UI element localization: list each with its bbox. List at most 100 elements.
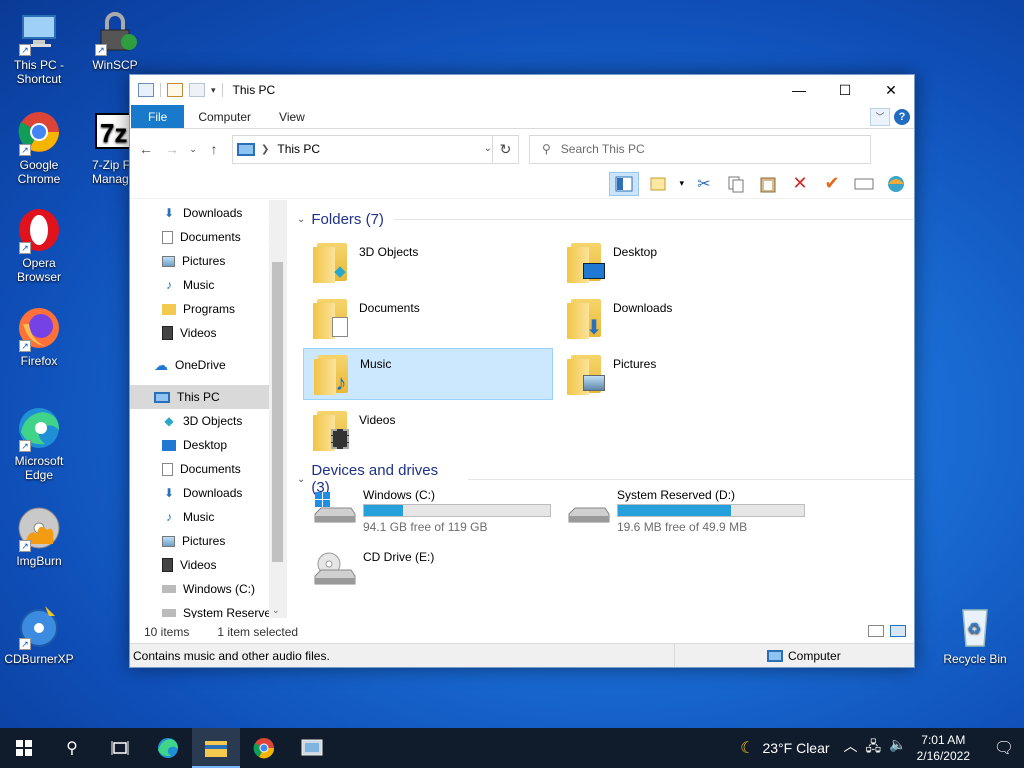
drive-system-reserved-d[interactable]: System Reserved (D:) 19.6 MB free of 49.… (565, 488, 805, 538)
folder-videos[interactable]: Videos (303, 405, 553, 457)
network-icon[interactable]: 🖧 (866, 736, 882, 760)
sidebar-item-downloads[interactable]: ⬇ Downloads 📌 (130, 201, 286, 225)
desktop-icon-7zip[interactable]: 7z 7-Zip F Manag (78, 108, 130, 186)
desktop-icon-edge[interactable]: ↗ Microsoft Edge (2, 404, 76, 482)
chevron-up-icon[interactable]: ︿ (844, 736, 858, 760)
address-bar[interactable]: ❯ This PC ⌄ ↻ (232, 134, 519, 164)
sidebar-item-windows-c[interactable]: Windows (C:) (130, 577, 286, 601)
sidebar-item-music[interactable]: ♪ Music (130, 273, 286, 297)
details-view-icon[interactable] (868, 625, 884, 637)
checkmark-icon[interactable]: ✔ (820, 172, 844, 196)
customize-qat-icon[interactable]: ▾ (211, 85, 216, 96)
refresh-button[interactable]: ↻ (492, 135, 518, 163)
large-icons-view-icon[interactable] (890, 625, 906, 637)
sidebar-item-videos[interactable]: Videos (130, 321, 286, 345)
sidebar-item-system-reserved[interactable]: System Reservec (130, 601, 286, 618)
lock-icon: ↗ (91, 8, 139, 56)
up-button[interactable]: ↑ (202, 137, 226, 161)
tab-computer[interactable]: Computer (184, 105, 265, 128)
computer-icon[interactable] (138, 83, 154, 97)
shell-icon[interactable] (884, 172, 908, 196)
taskbar-chrome[interactable] (240, 728, 288, 768)
recent-locations-button[interactable]: ⌄ (186, 137, 200, 161)
expand-ribbon-button[interactable]: ﹀ (870, 108, 890, 126)
tab-file[interactable]: File (131, 105, 185, 128)
paste-icon[interactable] (756, 172, 780, 196)
sidebar-item-pictures[interactable]: Pictures 📌 (130, 249, 286, 273)
folder-desktop[interactable]: Desktop (557, 237, 807, 289)
desktop-icon-cdburnerxp[interactable]: ↗ CDBurnerXP (2, 602, 76, 666)
sidebar-item-this-pc[interactable]: This PC (130, 385, 286, 409)
tab-view[interactable]: View (265, 105, 319, 128)
copy-icon[interactable] (724, 172, 748, 196)
taskbar-file-explorer[interactable] (192, 728, 240, 768)
sidebar-item-documents-pc[interactable]: Documents (130, 457, 286, 481)
status-location: Computer (788, 648, 841, 663)
folder-3d-objects[interactable]: ◆ 3D Objects (303, 237, 553, 289)
sidebar-item-onedrive[interactable]: ☁ OneDrive (130, 353, 286, 377)
close-button[interactable]: ✕ (868, 75, 914, 105)
new-item-icon[interactable] (647, 172, 671, 196)
desktop-icon-imgburn[interactable]: ↗ ImgBurn (2, 504, 76, 568)
desktop-icon-winscp[interactable]: ↗ WinSCP (78, 8, 152, 72)
folders-group-header[interactable]: ⌄ Folders (7) (297, 211, 914, 228)
chevron-down-icon[interactable]: ⌄ (484, 143, 492, 154)
music-note-icon: ♪ (166, 278, 172, 292)
folder-music[interactable]: ♪ Music (303, 348, 553, 400)
folder-documents[interactable]: Documents (303, 293, 553, 345)
desktop-icon-chrome[interactable]: ↗ Google Chrome (2, 108, 76, 186)
status-description: Contains music and other audio files. (133, 648, 330, 663)
moon-icon: ☾ (740, 740, 755, 757)
taskbar-edge[interactable] (144, 728, 192, 768)
minimize-button[interactable]: — (776, 75, 822, 105)
chevron-right-icon[interactable]: ❯ (261, 144, 269, 155)
rename-icon[interactable] (852, 172, 876, 196)
quick-access-toolbar: ▾ (130, 83, 223, 97)
sidebar-item-music-pc[interactable]: ♪ Music (130, 505, 286, 529)
properties-icon[interactable] (167, 83, 183, 97)
desktop-icon-opera[interactable]: ↗ Opera Browser (2, 206, 76, 284)
start-button[interactable] (0, 728, 48, 768)
weather-widget[interactable]: ☾ 23°F Clear (740, 738, 829, 758)
search-input[interactable]: ⚲ Search This PC (529, 134, 871, 164)
system-tray: ☾ 23°F Clear ︿ 🖧 🔈 7:01 AM 2/16/2022 🗨 (740, 728, 1024, 768)
folder-pictures[interactable]: Pictures (557, 349, 807, 401)
preview-pane-icon[interactable] (609, 171, 640, 196)
task-view-button[interactable] (96, 728, 144, 768)
back-button[interactable]: ← (134, 137, 158, 161)
recycle-bin-icon: ♻ (951, 602, 999, 650)
folder-downloads[interactable]: ⬇ Downloads (557, 293, 807, 345)
document-icon (332, 317, 348, 337)
search-button[interactable]: ⚲ (48, 728, 96, 768)
forward-button[interactable]: → (160, 137, 184, 161)
folder-icon (162, 303, 176, 315)
drive-cd-e[interactable]: CD Drive (E:) (311, 550, 434, 600)
maximize-button[interactable]: ☐ (822, 75, 868, 105)
cut-icon[interactable]: ✂ (692, 172, 716, 196)
desktop-icon-firefox[interactable]: ↗ Firefox (2, 304, 76, 368)
drive-windows-c[interactable]: Windows (C:) 94.1 GB free of 119 GB (311, 488, 551, 538)
sidebar-item-programs[interactable]: Programs (130, 297, 286, 321)
notifications-button[interactable]: 🗨 (984, 738, 1024, 758)
new-folder-icon[interactable] (189, 83, 205, 97)
taskbar-control-panel[interactable] (288, 728, 336, 768)
notification-icon: 🗨 (993, 740, 1015, 757)
sidebar-item-desktop[interactable]: Desktop (130, 433, 286, 457)
film-icon (162, 558, 173, 572)
desktop-icon-this-pc[interactable]: ↗ This PC - Shortcut (2, 8, 76, 86)
sidebar-item-3d-objects[interactable]: ◆ 3D Objects (130, 409, 286, 433)
volume-icon[interactable]: 🔈 (889, 736, 906, 760)
navpane-scrollbar[interactable]: ⌄ (269, 200, 286, 618)
delete-icon[interactable]: ✕ (788, 172, 812, 196)
sidebar-item-pictures-pc[interactable]: Pictures (130, 529, 286, 553)
chevron-down-icon[interactable]: ▾ (679, 178, 684, 189)
sidebar-item-videos-pc[interactable]: Videos (130, 553, 286, 577)
sidebar-item-downloads-pc[interactable]: ⬇ Downloads (130, 481, 286, 505)
desktop-icon-recycle-bin[interactable]: ♻ Recycle Bin (938, 602, 1012, 666)
scrollbar-thumb[interactable] (272, 262, 283, 562)
help-icon[interactable]: ? (894, 109, 910, 125)
sidebar-item-documents[interactable]: Documents 📌 (130, 225, 286, 249)
scroll-down-arrow-icon[interactable]: ⌄ (272, 605, 280, 616)
clock[interactable]: 7:01 AM 2/16/2022 (917, 732, 970, 764)
chevron-down-icon: ⌄ (297, 473, 306, 485)
